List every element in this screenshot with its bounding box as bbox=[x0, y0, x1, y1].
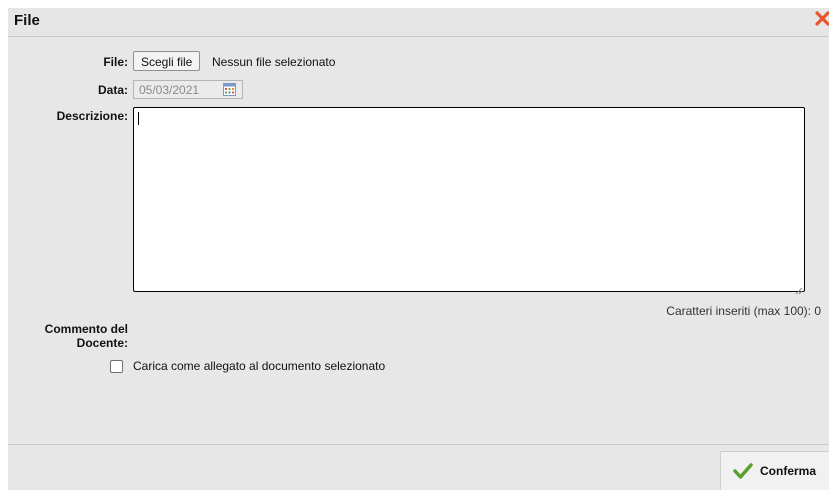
attach-checkbox-label[interactable]: Carica come allegato al documento selezi… bbox=[133, 359, 385, 373]
calendar-icon[interactable] bbox=[223, 83, 236, 96]
teacher-comment-label-line2: Docente: bbox=[76, 336, 128, 350]
resize-grip-icon[interactable] bbox=[795, 282, 803, 295]
file-label: File: bbox=[103, 55, 128, 69]
attach-checkbox[interactable] bbox=[110, 360, 123, 373]
text-caret bbox=[138, 112, 139, 125]
date-field[interactable]: 05/03/2021 bbox=[133, 80, 243, 99]
dialog-titlebar: File bbox=[8, 8, 829, 37]
date-label: Data: bbox=[97, 83, 128, 97]
file-dialog: File File: Scegli file Nessun file selez… bbox=[8, 8, 829, 490]
footer-divider bbox=[8, 444, 829, 445]
close-icon[interactable] bbox=[811, 8, 829, 30]
confirm-button[interactable]: Conferma bbox=[720, 451, 829, 490]
character-count: Caratteri inseriti (max 100): 0 bbox=[666, 304, 821, 318]
confirm-button-label: Conferma bbox=[760, 464, 817, 478]
date-value: 05/03/2021 bbox=[139, 83, 200, 97]
description-label: Descrizione: bbox=[56, 109, 128, 123]
teacher-comment-label-line1: Commento del bbox=[44, 322, 128, 336]
choose-file-button[interactable]: Scegli file bbox=[133, 51, 201, 71]
description-textarea[interactable] bbox=[133, 107, 805, 295]
checkmark-icon bbox=[733, 462, 753, 480]
file-status-text: Nessun file selezionato bbox=[212, 55, 336, 69]
dialog-title: File bbox=[14, 12, 40, 29]
